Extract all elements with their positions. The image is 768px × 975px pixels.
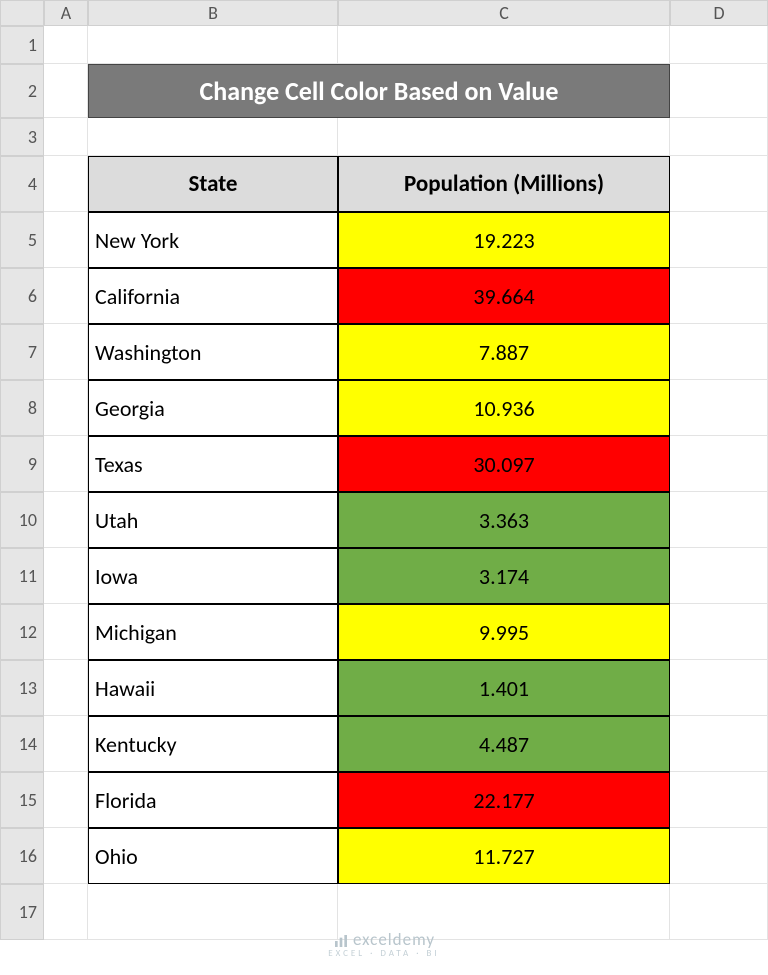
title-cell[interactable]: Change Cell Color Based on Value	[88, 64, 670, 118]
row-header-7[interactable]: 7	[0, 324, 44, 380]
row-header-9[interactable]: 9	[0, 436, 44, 492]
cell-D14[interactable]	[670, 716, 768, 772]
cell-state[interactable]: Florida	[88, 772, 338, 828]
cell-state[interactable]: Utah	[88, 492, 338, 548]
col-header-B[interactable]: B	[88, 0, 338, 26]
header-state[interactable]: State	[88, 156, 338, 212]
cell-D12[interactable]	[670, 604, 768, 660]
cell-population[interactable]: 22.177	[338, 772, 670, 828]
cell-D17[interactable]	[670, 884, 768, 940]
cell-A16[interactable]	[44, 828, 88, 884]
cell-population[interactable]: 19.223	[338, 212, 670, 268]
cell-population[interactable]: 3.363	[338, 492, 670, 548]
col-header-A[interactable]: A	[44, 0, 88, 26]
cell-D16[interactable]	[670, 828, 768, 884]
cell-population[interactable]: 7.887	[338, 324, 670, 380]
cell-D11[interactable]	[670, 548, 768, 604]
cell-A12[interactable]	[44, 604, 88, 660]
cell-state[interactable]: Washington	[88, 324, 338, 380]
row-header-10[interactable]: 10	[0, 492, 44, 548]
cell-D2[interactable]	[670, 64, 768, 118]
row-header-3[interactable]: 3	[0, 118, 44, 156]
cell-A17[interactable]	[44, 884, 88, 940]
cell-A11[interactable]	[44, 548, 88, 604]
row-header-5[interactable]: 5	[0, 212, 44, 268]
cell-A3[interactable]	[44, 118, 88, 156]
cell-A10[interactable]	[44, 492, 88, 548]
row-header-4[interactable]: 4	[0, 156, 44, 212]
cell-A7[interactable]	[44, 324, 88, 380]
cell-B17[interactable]	[88, 884, 338, 940]
cell-D8[interactable]	[670, 380, 768, 436]
cell-population[interactable]: 1.401	[338, 660, 670, 716]
row-header-6[interactable]: 6	[0, 268, 44, 324]
cell-population[interactable]: 11.727	[338, 828, 670, 884]
cell-D6[interactable]	[670, 268, 768, 324]
row-header-17[interactable]: 17	[0, 884, 44, 940]
cell-C1[interactable]	[338, 26, 670, 64]
cell-population[interactable]: 9.995	[338, 604, 670, 660]
cell-A6[interactable]	[44, 268, 88, 324]
cell-D5[interactable]	[670, 212, 768, 268]
row-header-1[interactable]: 1	[0, 26, 44, 64]
row-header-8[interactable]: 8	[0, 380, 44, 436]
cell-D1[interactable]	[670, 26, 768, 64]
cell-state[interactable]: Ohio	[88, 828, 338, 884]
cell-B1[interactable]	[88, 26, 338, 64]
watermark-tag: EXCEL · DATA · BI	[0, 948, 768, 959]
cell-A9[interactable]	[44, 436, 88, 492]
cell-state[interactable]: Kentucky	[88, 716, 338, 772]
col-header-D[interactable]: D	[670, 0, 768, 26]
cell-A13[interactable]	[44, 660, 88, 716]
cell-population[interactable]: 3.174	[338, 548, 670, 604]
row-header-12[interactable]: 12	[0, 604, 44, 660]
header-population[interactable]: Population (Millions)	[338, 156, 670, 212]
cell-D10[interactable]	[670, 492, 768, 548]
row-header-14[interactable]: 14	[0, 716, 44, 772]
cell-A2[interactable]	[44, 64, 88, 118]
cell-population[interactable]: 4.487	[338, 716, 670, 772]
cell-B3[interactable]	[88, 118, 338, 156]
cell-state[interactable]: Texas	[88, 436, 338, 492]
row-header-13[interactable]: 13	[0, 660, 44, 716]
cell-state[interactable]: Iowa	[88, 548, 338, 604]
cell-A14[interactable]	[44, 716, 88, 772]
col-header-C[interactable]: C	[338, 0, 670, 26]
cell-state[interactable]: Michigan	[88, 604, 338, 660]
cell-A4[interactable]	[44, 156, 88, 212]
cell-population[interactable]: 10.936	[338, 380, 670, 436]
cell-D4[interactable]	[670, 156, 768, 212]
cell-A15[interactable]	[44, 772, 88, 828]
cell-C3[interactable]	[338, 118, 670, 156]
row-header-15[interactable]: 15	[0, 772, 44, 828]
cell-state[interactable]: California	[88, 268, 338, 324]
cell-D3[interactable]	[670, 118, 768, 156]
cell-population[interactable]: 30.097	[338, 436, 670, 492]
select-all-corner[interactable]	[0, 0, 44, 26]
cell-population[interactable]: 39.664	[338, 268, 670, 324]
row-header-11[interactable]: 11	[0, 548, 44, 604]
cell-C17[interactable]	[338, 884, 670, 940]
cell-A1[interactable]	[44, 26, 88, 64]
cell-state[interactable]: Georgia	[88, 380, 338, 436]
spreadsheet-grid[interactable]: ABCD12Change Cell Color Based on Value34…	[0, 0, 768, 940]
cell-D7[interactable]	[670, 324, 768, 380]
row-header-2[interactable]: 2	[0, 64, 44, 118]
cell-A8[interactable]	[44, 380, 88, 436]
row-header-16[interactable]: 16	[0, 828, 44, 884]
cell-D9[interactable]	[670, 436, 768, 492]
cell-A5[interactable]	[44, 212, 88, 268]
cell-state[interactable]: Hawaii	[88, 660, 338, 716]
cell-D13[interactable]	[670, 660, 768, 716]
cell-state[interactable]: New York	[88, 212, 338, 268]
cell-D15[interactable]	[670, 772, 768, 828]
